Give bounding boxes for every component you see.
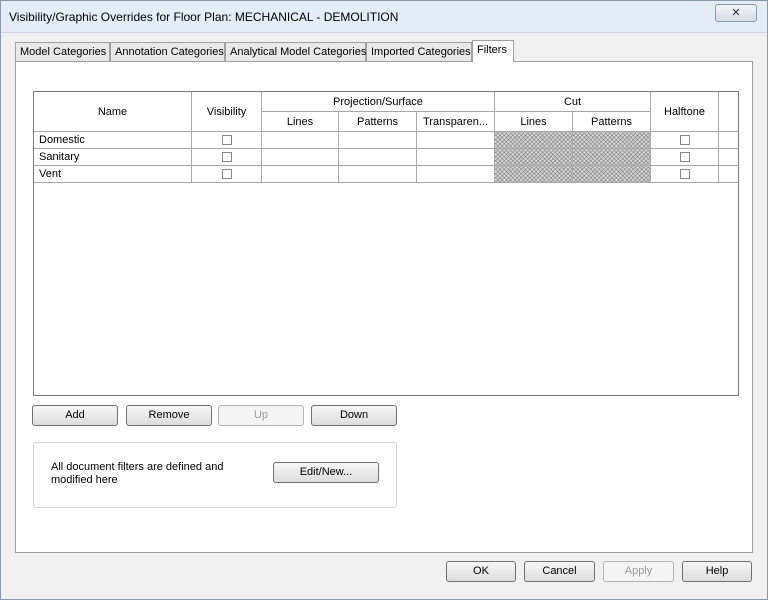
table-row[interactable]: Vent bbox=[34, 165, 738, 183]
filter-name[interactable]: Domestic bbox=[34, 131, 192, 149]
filter-info-box: All document filters are defined and mod… bbox=[33, 442, 397, 508]
apply-button[interactable]: Apply bbox=[603, 561, 674, 582]
tab-annotation-categories[interactable]: Annotation Categories bbox=[110, 42, 225, 62]
help-button[interactable]: Help bbox=[682, 561, 752, 582]
cut-lines-cell bbox=[494, 131, 573, 149]
halftone-checkbox[interactable] bbox=[679, 135, 690, 146]
projection-transparency-cell[interactable] bbox=[416, 148, 495, 166]
visibility-checkbox[interactable] bbox=[221, 169, 232, 180]
column-header-projection-lines[interactable]: Lines bbox=[261, 111, 339, 132]
cut-lines-cell bbox=[494, 148, 573, 166]
dialog-title: Visibility/Graphic Overrides for Floor P… bbox=[9, 10, 399, 24]
projection-patterns-cell[interactable] bbox=[338, 165, 417, 183]
filter-info-text: All document filters are defined and mod… bbox=[51, 461, 224, 486]
cut-patterns-cell bbox=[572, 165, 651, 183]
projection-lines-cell[interactable] bbox=[261, 165, 339, 183]
halftone-checkbox[interactable] bbox=[679, 152, 690, 163]
edit-new-button[interactable]: Edit/New... bbox=[273, 462, 379, 483]
cut-patterns-cell bbox=[572, 148, 651, 166]
tab-model-categories[interactable]: Model Categories bbox=[15, 42, 110, 62]
remove-button[interactable]: Remove bbox=[126, 405, 212, 426]
up-button[interactable]: Up bbox=[218, 405, 304, 426]
visibility-checkbox[interactable] bbox=[221, 152, 232, 163]
projection-transparency-cell[interactable] bbox=[416, 165, 495, 183]
add-button[interactable]: Add bbox=[32, 405, 118, 426]
column-header-projection-patterns[interactable]: Patterns bbox=[338, 111, 417, 132]
cut-patterns-cell bbox=[572, 131, 651, 149]
tab-analytical-model-categories[interactable]: Analytical Model Categories bbox=[225, 42, 366, 62]
down-button[interactable]: Down bbox=[311, 405, 397, 426]
column-header-spacer bbox=[718, 92, 738, 132]
projection-patterns-cell[interactable] bbox=[338, 131, 417, 149]
filter-name[interactable]: Vent bbox=[34, 165, 192, 183]
title-bar: Visibility/Graphic Overrides for Floor P… bbox=[1, 1, 767, 33]
column-header-projection-surface: Projection/Surface bbox=[261, 92, 495, 112]
ok-button[interactable]: OK bbox=[446, 561, 516, 582]
column-header-cut-lines[interactable]: Lines bbox=[494, 111, 573, 132]
cancel-button[interactable]: Cancel bbox=[524, 561, 595, 582]
column-header-cut: Cut bbox=[494, 92, 651, 112]
column-header-name[interactable]: Name bbox=[34, 92, 192, 132]
cut-lines-cell bbox=[494, 165, 573, 183]
tab-filters[interactable]: Filters bbox=[472, 40, 514, 62]
halftone-checkbox[interactable] bbox=[679, 169, 690, 180]
filters-panel: Name Visibility Projection/Surface Cut H… bbox=[15, 61, 753, 553]
projection-patterns-cell[interactable] bbox=[338, 148, 417, 166]
column-header-projection-transparency[interactable]: Transparen... bbox=[416, 111, 495, 132]
column-header-visibility[interactable]: Visibility bbox=[191, 92, 262, 132]
visibility-checkbox[interactable] bbox=[221, 135, 232, 146]
projection-lines-cell[interactable] bbox=[261, 148, 339, 166]
close-icon[interactable]: ✕ bbox=[715, 4, 757, 22]
table-row[interactable]: Domestic bbox=[34, 131, 738, 149]
column-header-halftone[interactable]: Halftone bbox=[650, 92, 719, 132]
visibility-graphic-overrides-dialog: Visibility/Graphic Overrides for Floor P… bbox=[0, 0, 768, 600]
projection-transparency-cell[interactable] bbox=[416, 131, 495, 149]
filters-grid: Name Visibility Projection/Surface Cut H… bbox=[33, 91, 739, 396]
table-row[interactable]: Sanitary bbox=[34, 148, 738, 166]
filter-name[interactable]: Sanitary bbox=[34, 148, 192, 166]
projection-lines-cell[interactable] bbox=[261, 131, 339, 149]
tab-imported-categories[interactable]: Imported Categories bbox=[366, 42, 472, 62]
column-header-cut-patterns[interactable]: Patterns bbox=[572, 111, 651, 132]
